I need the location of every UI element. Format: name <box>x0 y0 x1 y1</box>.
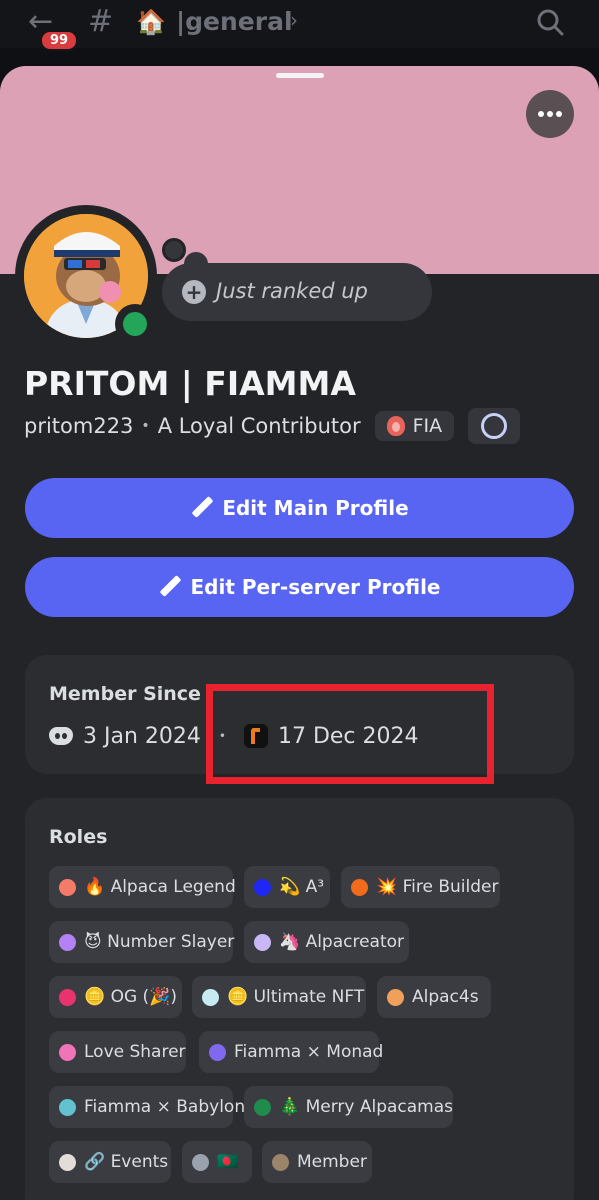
role-label: 🔥 Alpaca Legend <box>84 877 236 897</box>
discord-icon <box>49 727 73 745</box>
role-chip[interactable]: 😈 Number Slayer <box>49 921 235 963</box>
role-chip[interactable]: 🪙 OG (🎉) <box>49 976 182 1018</box>
pencil-icon <box>190 497 212 519</box>
annotation-highlight-box <box>206 684 494 784</box>
roles-title: Roles <box>49 826 108 848</box>
role-color-dot <box>192 1153 209 1171</box>
role-chip[interactable]: 🎄 Merry Alpacamas <box>244 1086 453 1128</box>
role-chip[interactable]: Member <box>262 1141 372 1183</box>
role-color-dot <box>254 933 271 951</box>
channel-name-text: general <box>185 7 293 36</box>
role-color-dot <box>59 1043 76 1061</box>
role-color-dot <box>254 1098 271 1116</box>
profile-subline: pritom223 • A Loyal Contributor FIA <box>24 408 521 444</box>
role-chip[interactable]: 🔥 Alpaca Legend <box>49 866 236 908</box>
laurel-badge-icon[interactable] <box>468 408 521 444</box>
role-color-dot <box>59 878 76 896</box>
online-status-indicator <box>115 304 155 344</box>
hash-icon: # <box>88 4 114 39</box>
role-chip[interactable]: 🔗 Events <box>49 1141 171 1183</box>
server-tag[interactable]: FIA <box>374 411 455 441</box>
chevron-right-icon[interactable]: › <box>290 8 298 32</box>
pencil-icon <box>158 576 180 598</box>
role-label: Fiamma × Monad <box>234 1042 384 1062</box>
subline-separator: • <box>141 418 150 434</box>
role-color-dot <box>209 1043 226 1061</box>
edit-main-profile-button[interactable]: Edit Main Profile <box>25 478 574 538</box>
search-icon[interactable] <box>536 8 564 36</box>
role-chip[interactable]: Fiamma × Babylon <box>49 1086 245 1128</box>
edit-server-profile-button[interactable]: Edit Per-server Profile <box>25 557 574 617</box>
role-chip[interactable]: 🪙 Ultimate NFT <box>192 976 366 1018</box>
custom-status-bubble[interactable]: + Just ranked up <box>162 263 432 321</box>
profile-sheet: + Just ranked up PRITOM | FIAMMA pritom2… <box>0 66 599 1200</box>
role-chip[interactable]: Fiamma × Monad <box>199 1031 383 1073</box>
role-label: Member <box>297 1152 367 1172</box>
role-color-dot <box>254 878 271 896</box>
role-label: 🇧🇩 <box>217 1152 239 1172</box>
roles-card: Roles 🔥 Alpaca Legend 💫 A³ 💥 Fire Builder 😈… <box>25 798 574 1200</box>
drag-handle[interactable] <box>276 73 324 78</box>
role-chip[interactable]: 🇧🇩 <box>182 1141 252 1183</box>
discord-join-date: 3 Jan 2024 <box>83 723 201 749</box>
role-label: 🪙 Ultimate NFT <box>227 987 365 1007</box>
channel-name[interactable]: |general <box>176 6 293 38</box>
role-label: Alpac4s <box>412 987 479 1007</box>
status-bubble-tail-small <box>162 238 186 262</box>
role-chip[interactable]: Love Sharer <box>49 1031 186 1073</box>
member-since-title: Member Since <box>49 683 201 705</box>
add-status-icon: + <box>182 280 206 304</box>
flame-icon <box>386 416 405 436</box>
role-color-dot <box>202 988 219 1006</box>
role-chip[interactable]: 💫 A³ <box>244 866 330 908</box>
top-bar: ← 99 # 🏠 |general › <box>0 0 599 51</box>
role-color-dot <box>59 933 76 951</box>
pronouns: A Loyal Contributor <box>157 414 361 438</box>
role-label: 🦄 Alpacreator <box>279 932 405 952</box>
role-color-dot <box>272 1153 289 1171</box>
unread-badge: 99 <box>40 30 79 51</box>
role-label: Love Sharer <box>84 1042 186 1062</box>
role-chip[interactable]: Alpac4s <box>377 976 491 1018</box>
username: pritom223 <box>24 414 134 438</box>
channel-emoji: 🏠 <box>136 8 166 36</box>
role-label: 😈 Number Slayer <box>84 932 235 952</box>
role-color-dot <box>59 1153 76 1171</box>
edit-main-profile-label: Edit Main Profile <box>222 496 409 520</box>
online-status-dot <box>123 312 147 336</box>
role-color-dot <box>351 878 368 896</box>
edit-server-profile-label: Edit Per-server Profile <box>190 575 441 599</box>
role-label: 💫 A³ <box>279 877 325 897</box>
role-chip[interactable]: 🦄 Alpacreator <box>244 921 409 963</box>
role-label: Fiamma × Babylon <box>84 1097 246 1117</box>
role-chip[interactable]: 💥 Fire Builder <box>341 866 500 908</box>
role-color-dot <box>59 988 76 1006</box>
custom-status-text: Just ranked up <box>216 279 368 303</box>
role-label: 🔗 Events <box>84 1152 169 1172</box>
more-icon[interactable] <box>526 90 574 138</box>
role-color-dot <box>387 988 404 1006</box>
role-label: 🪙 OG (🎉) <box>84 987 177 1007</box>
role-color-dot <box>59 1098 76 1116</box>
role-label: 💥 Fire Builder <box>376 877 499 897</box>
display-name: PRITOM | FIAMMA <box>24 364 356 403</box>
server-tag-label: FIA <box>412 415 443 437</box>
role-label: 🎄 Merry Alpacamas <box>279 1097 454 1117</box>
